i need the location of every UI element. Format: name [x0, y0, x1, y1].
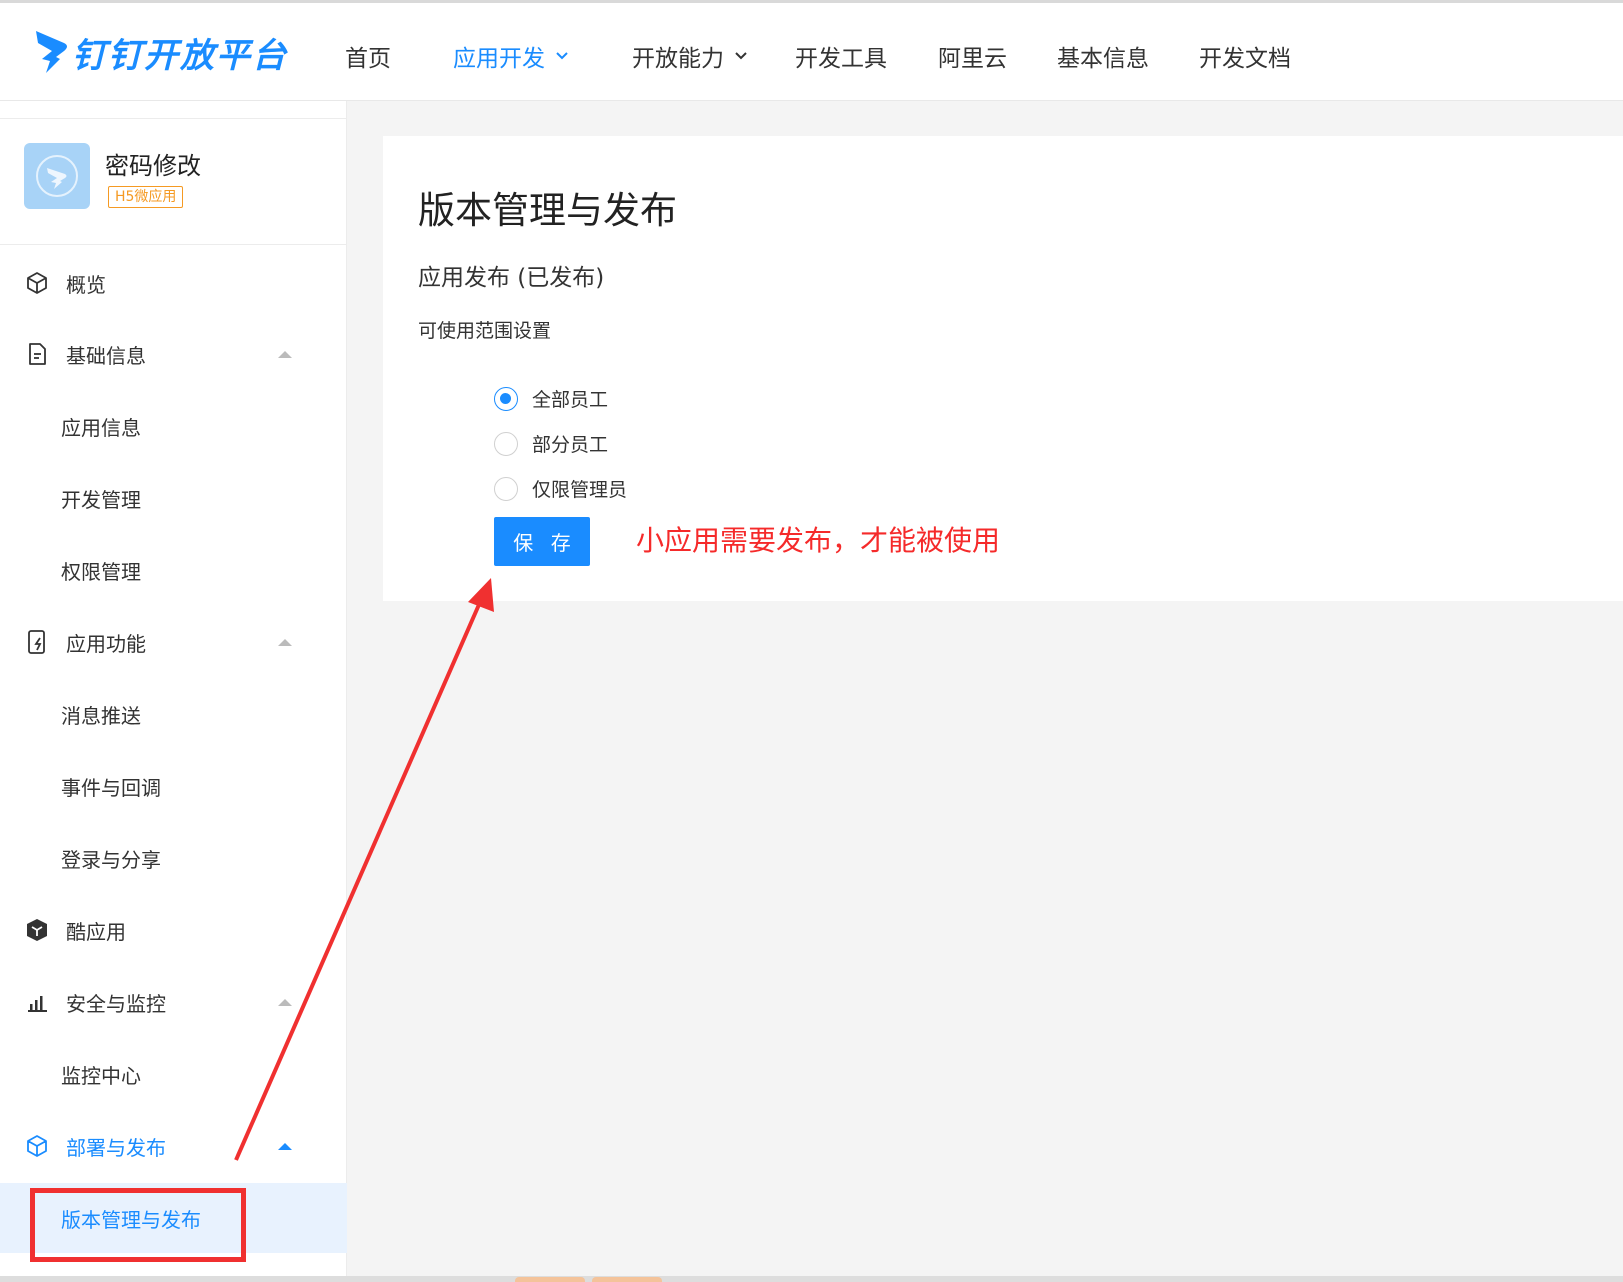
- sidebar-item-label: 应用功能: [66, 631, 146, 656]
- nav-open-capability-label: 开放能力: [632, 46, 724, 72]
- sidebar-group-app-features[interactable]: 应用功能: [0, 607, 347, 677]
- document-icon: [24, 341, 50, 367]
- sidebar-item-monitoring-center[interactable]: 监控中心: [0, 1039, 347, 1109]
- cool-app-icon: [24, 917, 50, 943]
- sidebar-item-label: 部署与发布: [66, 1135, 166, 1160]
- annotation-highlight-box: [30, 1188, 246, 1262]
- sidebar-item-label: 事件与回调: [61, 775, 161, 800]
- nav-aliyun-label: 阿里云: [938, 46, 1007, 72]
- sidebar-item-login-share[interactable]: 登录与分享: [0, 823, 347, 893]
- bottom-tab[interactable]: [515, 1277, 585, 1282]
- nav-app-dev[interactable]: 应用开发: [453, 39, 569, 73]
- sidebar-item-events-callbacks[interactable]: 事件与回调: [0, 751, 347, 821]
- brand-logo[interactable]: 钉钉开放平台: [34, 27, 288, 77]
- sidebar-item-message-push[interactable]: 消息推送: [0, 679, 347, 749]
- sidebar-item-app-info[interactable]: 应用信息: [0, 391, 347, 461]
- caret-up-icon: [278, 998, 292, 1006]
- sidebar-divider: [0, 244, 347, 245]
- nav-dev-docs[interactable]: 开发文档: [1199, 39, 1291, 73]
- nav-basic-info-label: 基本信息: [1057, 46, 1149, 72]
- sidebar-item-cool-app[interactable]: 酷应用: [0, 895, 347, 965]
- sidebar-item-permission-management[interactable]: 权限管理: [0, 535, 347, 605]
- app-type-badge: H5微应用: [108, 186, 184, 208]
- nav-dev-tools[interactable]: 开发工具: [795, 39, 887, 73]
- sidebar-item-label: 登录与分享: [61, 847, 161, 872]
- save-button[interactable]: 保 存: [494, 517, 590, 566]
- caret-up-icon: [278, 638, 292, 646]
- sidebar-item-overview[interactable]: 概览: [0, 248, 347, 318]
- radio-option-some-employees[interactable]: 部分员工: [494, 430, 608, 457]
- radio-option-admins-only[interactable]: 仅限管理员: [494, 475, 627, 502]
- dingtalk-logo-icon: [36, 31, 67, 73]
- app-name: 密码修改: [105, 152, 201, 180]
- sidebar-item-label: 监控中心: [61, 1063, 141, 1088]
- sidebar-item-label: 安全与监控: [66, 991, 166, 1016]
- sidebar-item-label: 概览: [66, 272, 106, 297]
- annotation-note: 小应用需要发布，才能被使用: [636, 524, 1001, 557]
- radio-button[interactable]: [494, 476, 518, 501]
- sidebar-divider: [0, 118, 347, 119]
- section-title: 应用发布 (已发布): [418, 265, 605, 291]
- scope-label: 可使用范围设置: [418, 320, 552, 342]
- chevron-down-icon: [735, 52, 747, 60]
- nav-aliyun[interactable]: 阿里云: [938, 39, 1007, 73]
- sidebar-group-basic-info[interactable]: 基础信息: [0, 319, 347, 389]
- page-title: 版本管理与发布: [418, 189, 677, 232]
- sidebar-item-label: 应用信息: [61, 415, 141, 440]
- sidebar-item-label: 酷应用: [66, 919, 126, 944]
- nav-app-dev-label: 应用开发: [453, 46, 545, 72]
- nav-basic-info[interactable]: 基本信息: [1057, 39, 1149, 73]
- nav-dev-docs-label: 开发文档: [1199, 46, 1291, 72]
- brand-name: 钉钉开放平台: [72, 35, 288, 76]
- sidebar-item-label: 基础信息: [66, 343, 146, 368]
- cube-icon: [24, 1133, 50, 1159]
- radio-label: 全部员工: [532, 389, 609, 411]
- cube-icon: [24, 270, 50, 296]
- sidebar-item-label: 权限管理: [61, 559, 141, 584]
- app-avatar: [24, 143, 90, 209]
- nav-dev-tools-label: 开发工具: [795, 46, 887, 72]
- phone-bolt-icon: [24, 629, 50, 655]
- sidebar-group-deploy-publish[interactable]: 部署与发布: [0, 1111, 347, 1181]
- radio-button[interactable]: [494, 431, 518, 456]
- bottom-scrollbar[interactable]: [0, 1276, 1623, 1282]
- caret-up-icon: [278, 350, 292, 358]
- radio-label: 部分员工: [532, 434, 609, 456]
- sidebar-item-dev-management[interactable]: 开发管理: [0, 463, 347, 533]
- app-logo-icon: [36, 155, 78, 197]
- radio-button-checked[interactable]: [494, 386, 518, 411]
- top-navigation-bar: 钉钉开放平台 首页 应用开发 开放能力 开发工具 阿里云 基本信息 开发文档: [0, 0, 1623, 101]
- nav-open-capability[interactable]: 开放能力: [632, 39, 748, 73]
- sidebar-item-label: 消息推送: [61, 703, 141, 728]
- caret-up-icon: [278, 1142, 292, 1150]
- radio-option-all-employees[interactable]: 全部员工: [494, 385, 608, 412]
- bar-chart-icon: [24, 989, 50, 1015]
- bottom-tab[interactable]: [592, 1277, 662, 1282]
- radio-label: 仅限管理员: [532, 479, 628, 501]
- sidebar-group-security-monitoring[interactable]: 安全与监控: [0, 967, 347, 1037]
- nav-home-label: 首页: [345, 46, 391, 72]
- nav-home[interactable]: 首页: [345, 39, 391, 73]
- chevron-down-icon: [556, 52, 568, 60]
- sidebar-item-label: 开发管理: [61, 487, 141, 512]
